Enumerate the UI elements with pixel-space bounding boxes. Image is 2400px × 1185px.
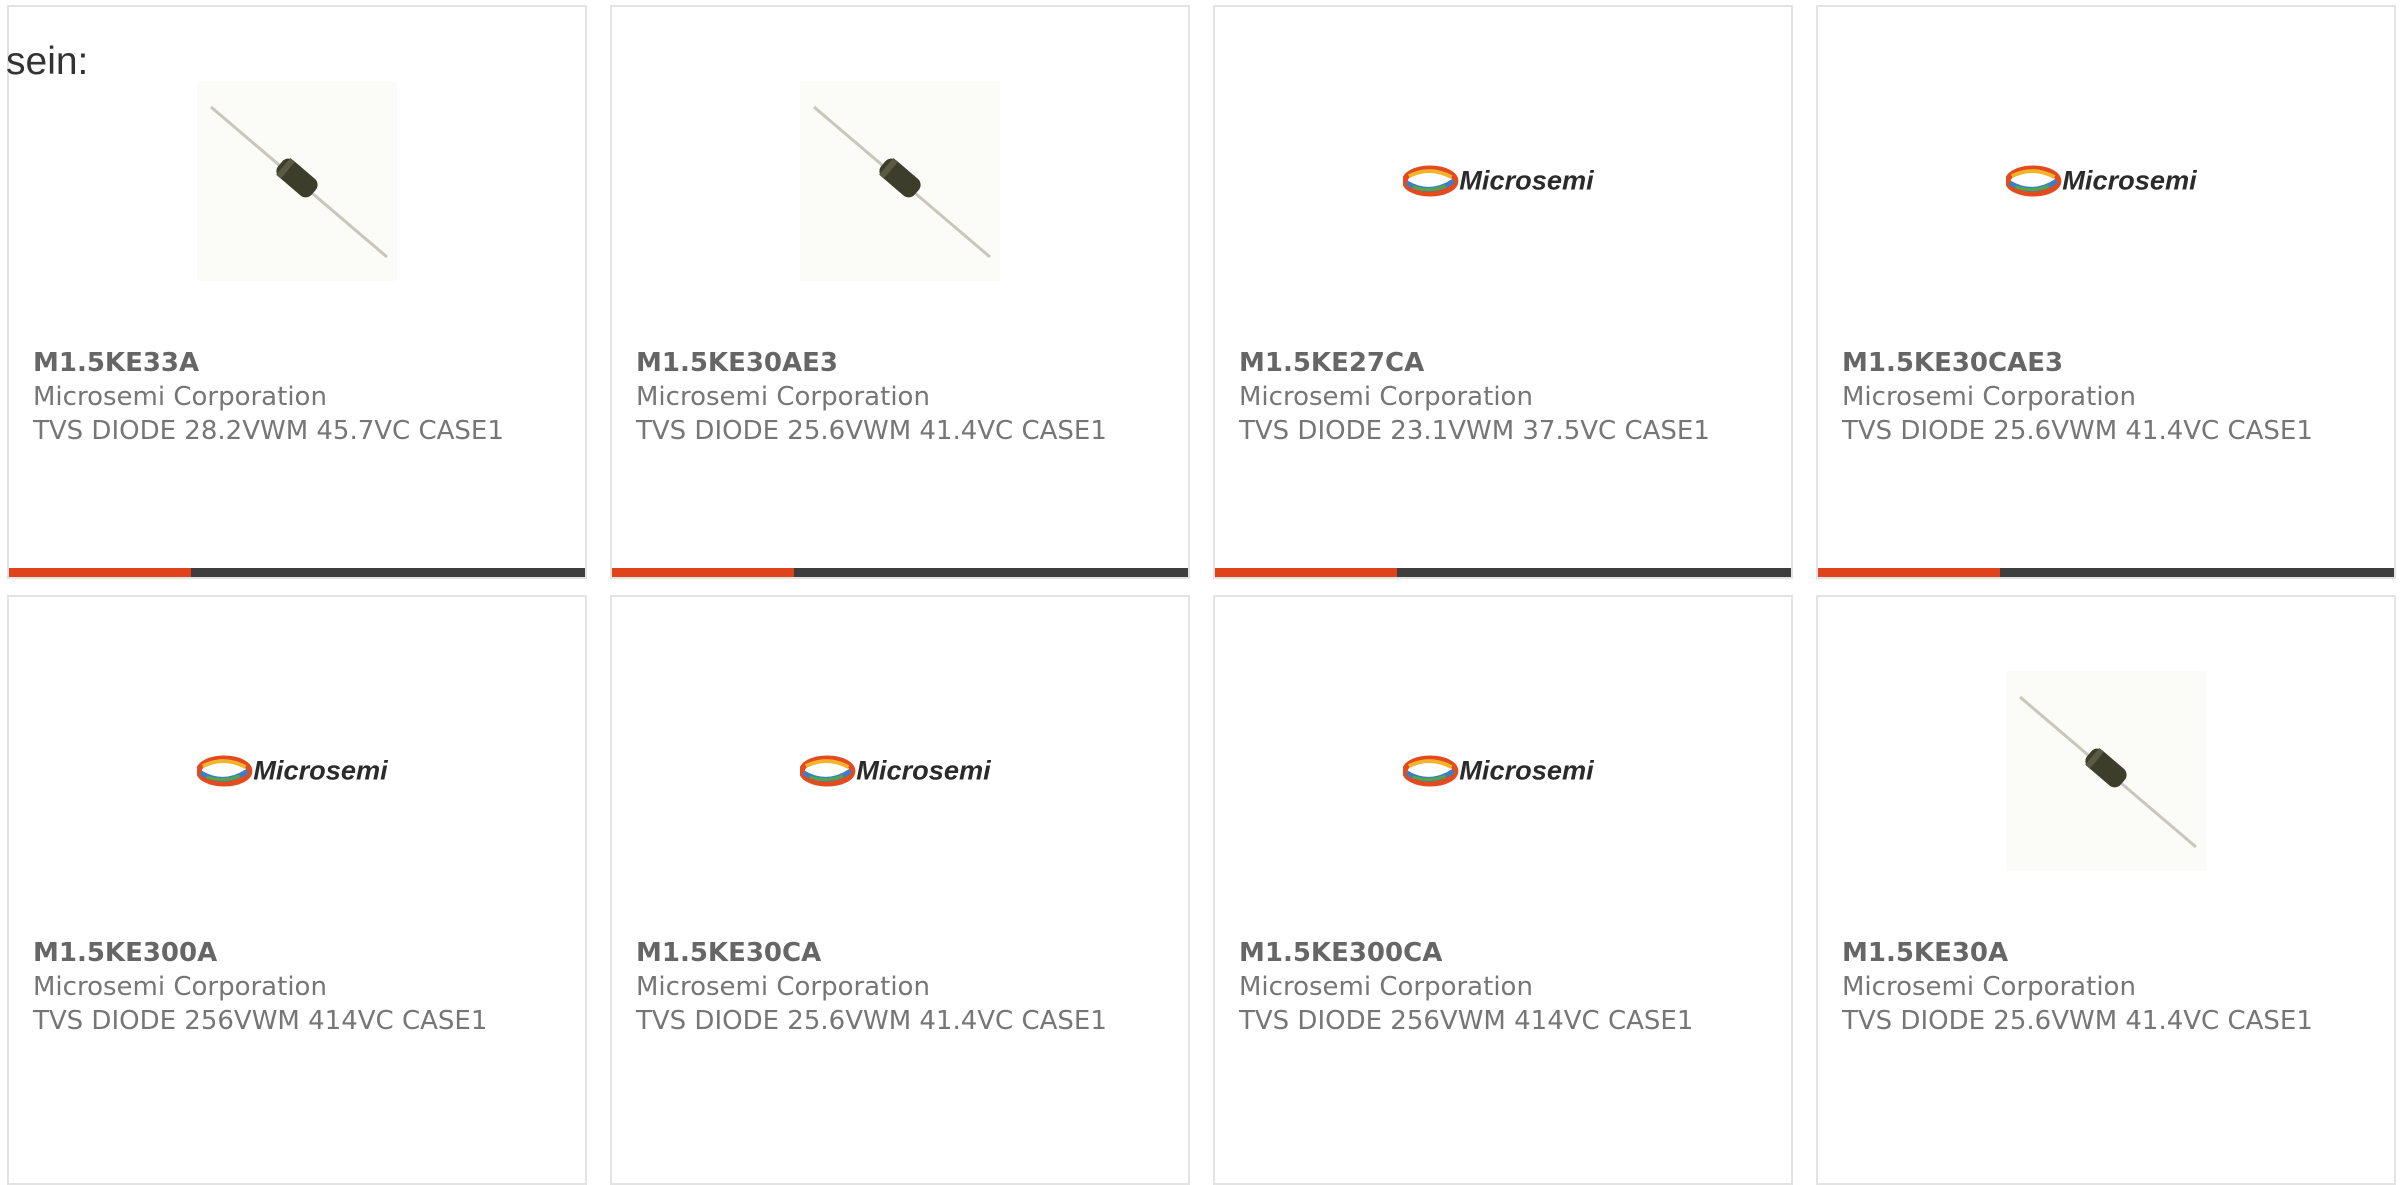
part-number[interactable]: M1.5KE300A <box>33 936 487 970</box>
product-card[interactable]: Microsemi M1.5KE30CA Microsemi Corporati… <box>610 595 1190 1185</box>
logo-wordmark: Microsemi <box>856 755 992 786</box>
part-number[interactable]: M1.5KE300CA <box>1239 936 1693 970</box>
part-number[interactable]: M1.5KE27CA <box>1239 346 1710 380</box>
description: TVS DIODE 25.6VWM 41.4VC CASE1 <box>1842 416 2313 446</box>
description: TVS DIODE 25.6VWM 41.4VC CASE1 <box>636 1006 1107 1036</box>
diode-photo[interactable] <box>2006 671 2206 871</box>
part-number[interactable]: M1.5KE33A <box>33 346 504 380</box>
product-info: M1.5KE300A Microsemi Corporation TVS DIO… <box>33 936 487 1038</box>
product-card[interactable]: Microsemi M1.5KE27CA Microsemi Corporati… <box>1213 5 1793 579</box>
manufacturer: Microsemi Corporation <box>1239 382 1533 412</box>
manufacturer: Microsemi Corporation <box>1842 972 2136 1002</box>
microsemi-logo[interactable]: Microsemi <box>2006 81 2206 281</box>
logo-wordmark: Microsemi <box>253 755 389 786</box>
manufacturer: Microsemi Corporation <box>636 382 930 412</box>
part-number[interactable]: M1.5KE30CAE3 <box>1842 346 2313 380</box>
product-info: M1.5KE30CA Microsemi Corporation TVS DIO… <box>636 936 1107 1038</box>
product-info: M1.5KE27CA Microsemi Corporation TVS DIO… <box>1239 346 1710 448</box>
product-grid: M1.5KE33A Microsemi Corporation TVS DIOD… <box>7 5 2396 1185</box>
product-info: M1.5KE30CAE3 Microsemi Corporation TVS D… <box>1842 346 2313 448</box>
product-info: M1.5KE30AE3 Microsemi Corporation TVS DI… <box>636 346 1107 448</box>
logo-wordmark: Microsemi <box>2062 165 2198 196</box>
product-card[interactable]: Microsemi M1.5KE30CAE3 Microsemi Corpora… <box>1816 5 2396 579</box>
description: TVS DIODE 25.6VWM 41.4VC CASE1 <box>636 416 1107 446</box>
manufacturer: Microsemi Corporation <box>33 972 327 1002</box>
microsemi-logo[interactable]: Microsemi <box>197 671 397 871</box>
manufacturer: Microsemi Corporation <box>1239 972 1533 1002</box>
diode-photo[interactable] <box>800 81 1000 281</box>
logo-wordmark: Microsemi <box>1459 165 1595 196</box>
product-card[interactable]: M1.5KE33A Microsemi Corporation TVS DIOD… <box>7 5 587 579</box>
product-card[interactable]: M1.5KE30AE3 Microsemi Corporation TVS DI… <box>610 5 1190 579</box>
description: TVS DIODE 23.1VWM 37.5VC CASE1 <box>1239 416 1710 446</box>
card-footer-bar <box>1818 568 2394 577</box>
product-card[interactable]: Microsemi M1.5KE300A Microsemi Corporati… <box>7 595 587 1185</box>
description: TVS DIODE 25.6VWM 41.4VC CASE1 <box>1842 1006 2313 1036</box>
microsemi-logo[interactable]: Microsemi <box>800 671 1000 871</box>
accent-bar <box>1215 568 1397 577</box>
logo-wordmark: Microsemi <box>1459 755 1595 786</box>
part-number[interactable]: M1.5KE30CA <box>636 936 1107 970</box>
description: TVS DIODE 256VWM 414VC CASE1 <box>33 1006 488 1036</box>
intro-text: sein: <box>6 40 89 83</box>
description: TVS DIODE 256VWM 414VC CASE1 <box>1239 1006 1694 1036</box>
product-card[interactable]: M1.5KE30A Microsemi Corporation TVS DIOD… <box>1816 595 2396 1185</box>
part-number[interactable]: M1.5KE30A <box>1842 936 2313 970</box>
description: TVS DIODE 28.2VWM 45.7VC CASE1 <box>33 416 504 446</box>
microsemi-logo[interactable]: Microsemi <box>1403 81 1603 281</box>
card-footer-bar <box>9 568 585 577</box>
product-info: M1.5KE30A Microsemi Corporation TVS DIOD… <box>1842 936 2313 1038</box>
product-info: M1.5KE300CA Microsemi Corporation TVS DI… <box>1239 936 1693 1038</box>
manufacturer: Microsemi Corporation <box>636 972 930 1002</box>
accent-bar <box>612 568 794 577</box>
card-footer-bar <box>1215 568 1791 577</box>
manufacturer: Microsemi Corporation <box>1842 382 2136 412</box>
diode-photo[interactable] <box>197 81 397 281</box>
product-card[interactable]: Microsemi M1.5KE300CA Microsemi Corporat… <box>1213 595 1793 1185</box>
product-info: M1.5KE33A Microsemi Corporation TVS DIOD… <box>33 346 504 448</box>
accent-bar <box>1818 568 2000 577</box>
part-number[interactable]: M1.5KE30AE3 <box>636 346 1107 380</box>
accent-bar <box>9 568 191 577</box>
microsemi-logo[interactable]: Microsemi <box>1403 671 1603 871</box>
card-footer-bar <box>612 568 1188 577</box>
manufacturer: Microsemi Corporation <box>33 382 327 412</box>
